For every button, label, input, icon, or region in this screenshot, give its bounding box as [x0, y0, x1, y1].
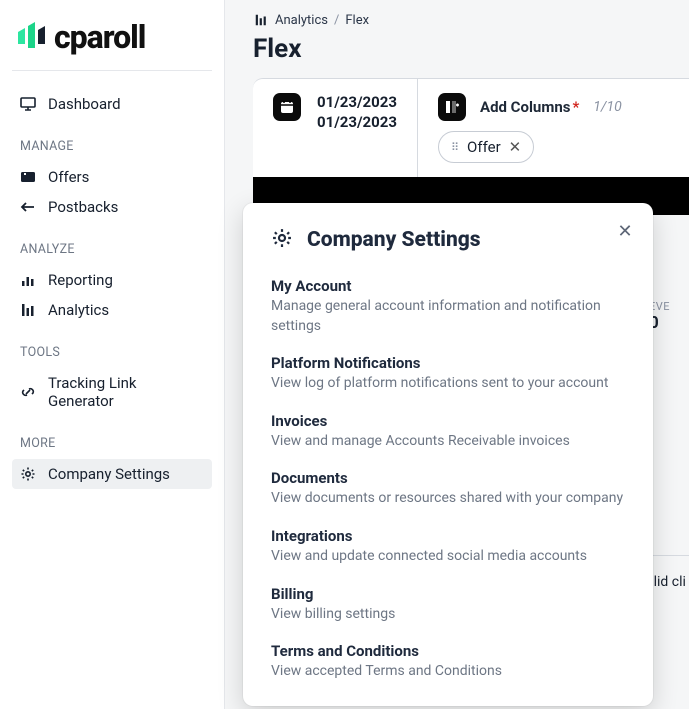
page-title: Flex: [225, 28, 689, 78]
add-column-icon[interactable]: [438, 93, 466, 121]
popover-item-desc: View and update connected social media a…: [271, 547, 625, 567]
breadcrumb-section[interactable]: Analytics: [275, 13, 328, 28]
sidebar-item-label: Analytics: [48, 301, 109, 319]
breadcrumb-separator: /: [334, 13, 339, 28]
sidebar-section-analyze: ANALYZE: [12, 242, 212, 257]
gear-icon: [271, 227, 293, 253]
popover-item-billing[interactable]: Billing View billing settings: [271, 585, 625, 625]
close-icon[interactable]: ✕: [613, 219, 637, 243]
sidebar-section-manage: MANAGE: [12, 139, 212, 154]
date-range-cell[interactable]: 01/23/2023 01/23/2023: [253, 79, 418, 177]
divider: [12, 70, 212, 71]
breadcrumb: Analytics / Flex: [225, 0, 689, 28]
drag-handle-icon[interactable]: ⠿: [451, 141, 459, 154]
gear-icon: [20, 466, 36, 482]
events-column-fragment: EVE 0: [649, 300, 689, 333]
sidebar-item-company-settings[interactable]: Company Settings: [12, 459, 212, 489]
add-columns-label[interactable]: Add Columns: [480, 98, 570, 116]
analytics-icon: [253, 12, 269, 28]
popover-item-title: Invoices: [271, 412, 625, 430]
popover-item-title: My Account: [271, 277, 625, 295]
monitor-icon: [20, 96, 36, 112]
sidebar-item-postbacks[interactable]: Postbacks: [12, 192, 212, 222]
popover-item-my-account[interactable]: My Account Manage general account inform…: [271, 277, 625, 336]
arrow-left-icon: [20, 199, 36, 215]
popover-item-desc: Manage general account information and n…: [271, 297, 625, 336]
events-label: EVE: [649, 300, 689, 313]
sidebar-item-label: Tracking Link Generator: [48, 374, 204, 410]
popover-item-platform-notifications[interactable]: Platform Notifications View log of platf…: [271, 354, 625, 394]
popover-item-desc: View accepted Terms and Conditions: [271, 662, 625, 682]
popover-item-terms[interactable]: Terms and Conditions View accepted Terms…: [271, 642, 625, 682]
events-value: 0: [649, 313, 689, 333]
bar-chart-icon: [20, 272, 36, 288]
popover-item-desc: View documents or resources shared with …: [271, 489, 625, 509]
popover-item-title: Platform Notifications: [271, 354, 625, 372]
sidebar-item-offers[interactable]: Offers: [12, 162, 212, 192]
popover-item-invoices[interactable]: Invoices View and manage Accounts Receiv…: [271, 412, 625, 452]
report-toolbar: 01/23/2023 01/23/2023 Add Columns* 1/10 …: [253, 78, 689, 177]
popover-item-title: Terms and Conditions: [271, 642, 625, 660]
sidebar: cparoll Dashboard MANAGE Offers Postback…: [0, 0, 225, 709]
sidebar-section-more: MORE: [12, 436, 212, 451]
popover-item-integrations[interactable]: Integrations View and update connected s…: [271, 527, 625, 567]
sidebar-item-label: Dashboard: [48, 95, 121, 113]
sidebar-item-label: Postbacks: [48, 198, 118, 216]
sidebar-item-dashboard[interactable]: Dashboard: [12, 89, 212, 119]
company-settings-popover: ✕ Company Settings My Account Manage gen…: [243, 203, 653, 706]
date-end: 01/23/2023: [317, 113, 397, 131]
sidebar-item-analytics[interactable]: Analytics: [12, 295, 212, 325]
add-columns-cell: Add Columns* 1/10 ⠿ Offer ✕: [418, 79, 689, 177]
brand-mark-icon: [16, 22, 50, 52]
popover-item-desc: View log of platform notifications sent …: [271, 374, 625, 394]
required-star: *: [572, 98, 579, 116]
sidebar-section-tools: TOOLS: [12, 345, 212, 360]
column-chip-offer[interactable]: ⠿ Offer ✕: [438, 131, 534, 163]
chip-label: Offer: [467, 138, 501, 156]
analytics-icon: [20, 302, 36, 318]
columns-counter: 1/10: [593, 99, 622, 115]
popover-title: Company Settings: [307, 228, 481, 252]
calendar-icon: [273, 93, 301, 121]
popover-item-documents[interactable]: Documents View documents or resources sh…: [271, 469, 625, 509]
popover-item-desc: View and manage Accounts Receivable invo…: [271, 432, 625, 452]
sidebar-item-tracking-link[interactable]: Tracking Link Generator: [12, 368, 212, 416]
popover-item-title: Integrations: [271, 527, 625, 545]
sidebar-item-label: Offers: [48, 168, 89, 186]
breadcrumb-page: Flex: [345, 13, 369, 28]
brand-name: cparoll: [54, 18, 145, 56]
date-start: 01/23/2023: [317, 93, 397, 111]
sidebar-item-label: Company Settings: [48, 465, 170, 483]
link-icon: [20, 384, 36, 400]
sidebar-item-label: Reporting: [48, 271, 113, 289]
chip-remove-icon[interactable]: ✕: [509, 138, 522, 156]
popover-item-desc: View billing settings: [271, 605, 625, 625]
sidebar-item-reporting[interactable]: Reporting: [12, 265, 212, 295]
brand-logo[interactable]: cparoll: [12, 18, 212, 56]
popover-item-title: Billing: [271, 585, 625, 603]
popover-item-title: Documents: [271, 469, 625, 487]
ticket-icon: [20, 169, 36, 185]
